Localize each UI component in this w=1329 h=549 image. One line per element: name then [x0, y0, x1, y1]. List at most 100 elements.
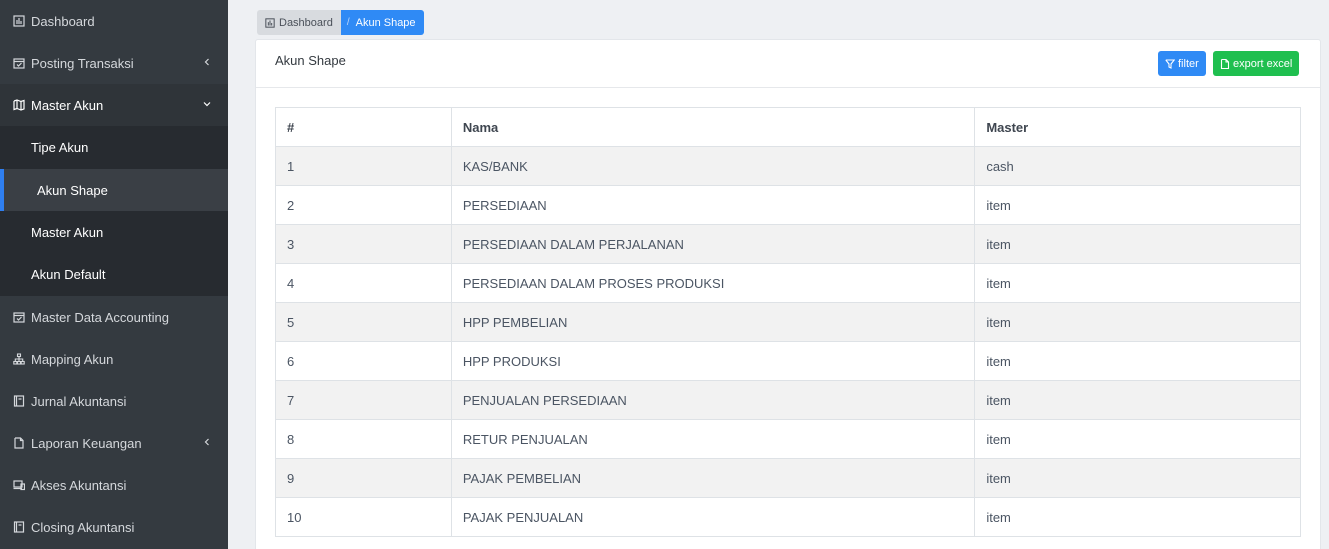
- sidebar-item-label: Dashboard: [31, 13, 95, 29]
- cell-number: 7: [275, 380, 452, 420]
- breadcrumb-label: Akun Shape: [355, 16, 416, 29]
- cell-number: 6: [275, 341, 452, 381]
- table-row: 6 HPP PRODUKSI item: [275, 341, 1301, 381]
- breadcrumb-label: Dashboard: [279, 16, 333, 29]
- chevron-down-icon: [202, 98, 212, 110]
- chevron-left-icon: [202, 56, 212, 68]
- calendar-check-icon: [12, 56, 26, 70]
- sidebar-item-closing-akuntansi[interactable]: Closing Akuntansi: [0, 506, 228, 548]
- sidebar-item-label: Mapping Akun: [31, 351, 114, 367]
- sidebar-item-dashboard[interactable]: Dashboard: [0, 0, 228, 42]
- cell-number: 4: [275, 263, 452, 303]
- column-header-master: Master: [974, 107, 1301, 147]
- table-header-row: # Nama Master: [275, 107, 1301, 147]
- chevron-left-icon: [202, 436, 212, 448]
- column-header-number: #: [275, 107, 452, 147]
- table-row: 9 PAJAK PEMBELIAN item: [275, 458, 1301, 498]
- table-row: 8 RETUR PENJUALAN item: [275, 419, 1301, 459]
- sidebar-item-posting-transaksi[interactable]: Posting Transaksi: [0, 42, 228, 84]
- cell-number: 1: [275, 146, 452, 186]
- table-row: 4 PERSEDIAAN DALAM PROSES PRODUKSI item: [275, 263, 1301, 303]
- table-row: 2 PERSEDIAAN item: [275, 185, 1301, 225]
- table-row: 7 PENJUALAN PERSEDIAAN item: [275, 380, 1301, 420]
- bar-chart-icon: [12, 14, 26, 28]
- sidebar-item-label: Closing Akuntansi: [31, 519, 135, 535]
- master-akun-submenu: Tipe Akun Akun Shape Master Akun Akun De…: [0, 126, 228, 296]
- cell-master: item: [974, 341, 1301, 381]
- table-row: 3 PERSEDIAAN DALAM PERJALANAN item: [275, 224, 1301, 264]
- table-row: 1 KAS/BANK cash: [275, 146, 1301, 186]
- filter-button[interactable]: filter: [1158, 51, 1206, 76]
- column-header-nama: Nama: [450, 107, 976, 147]
- map-icon: [12, 98, 26, 112]
- submenu-item-label: Master Akun: [31, 224, 104, 240]
- cell-number: 5: [275, 302, 452, 342]
- cell-nama: HPP PEMBELIAN: [450, 302, 976, 342]
- cell-master: item: [974, 497, 1301, 537]
- cell-nama: HPP PRODUKSI: [450, 341, 976, 381]
- table-row: 5 HPP PEMBELIAN item: [275, 302, 1301, 342]
- submenu-item-tipe-akun[interactable]: Tipe Akun: [0, 126, 228, 168]
- sidebar-item-label: Akses Akuntansi: [31, 477, 127, 493]
- cell-master: item: [974, 185, 1301, 225]
- cell-master: cash: [974, 146, 1301, 186]
- sidebar-item-label: Jurnal Akuntansi: [31, 393, 127, 409]
- cell-master: item: [974, 419, 1301, 459]
- sidebar-item-label: Master Akun: [31, 97, 104, 113]
- cell-nama: RETUR PENJUALAN: [450, 419, 976, 459]
- export-excel-button[interactable]: export excel: [1213, 51, 1300, 76]
- sidebar-item-master-akun[interactable]: Master Akun: [0, 84, 228, 126]
- cell-master: item: [974, 458, 1301, 498]
- devices-icon: [12, 478, 26, 492]
- breadcrumb-current: / Akun Shape: [340, 10, 424, 35]
- submenu-item-akun-default[interactable]: Akun Default: [0, 253, 228, 295]
- file-icon: [1220, 58, 1230, 69]
- sidebar-item-laporan-keuangan[interactable]: Laporan Keuangan: [0, 422, 228, 464]
- submenu-item-akun-shape[interactable]: Akun Shape: [0, 169, 228, 211]
- file-icon: [12, 436, 26, 450]
- card-header: Akun Shape filter export excel: [256, 40, 1320, 88]
- cell-nama: PAJAK PENJUALAN: [450, 497, 976, 537]
- book-icon: [12, 394, 26, 408]
- cell-nama: KAS/BANK: [450, 146, 976, 186]
- cell-number: 9: [275, 458, 452, 498]
- cell-master: item: [974, 263, 1301, 303]
- sidebar-item-jurnal-akuntansi[interactable]: Jurnal Akuntansi: [0, 380, 228, 422]
- sidebar-item-label: Posting Transaksi: [31, 55, 134, 71]
- cell-master: item: [974, 302, 1301, 342]
- breadcrumb-dashboard[interactable]: Dashboard: [257, 10, 341, 35]
- book-icon: [12, 520, 26, 534]
- akun-shape-card: Akun Shape filter export excel # Nama Ma…: [255, 39, 1321, 549]
- cell-number: 10: [275, 497, 452, 537]
- cell-number: 3: [275, 224, 452, 264]
- submenu-item-label: Akun Shape: [37, 182, 108, 198]
- cell-number: 8: [275, 419, 452, 459]
- sidebar-item-akses-akuntansi[interactable]: Akses Akuntansi: [0, 464, 228, 506]
- sidebar-item-label: Master Data Accounting: [31, 309, 170, 325]
- calendar-check-icon: [12, 310, 26, 324]
- cell-number: 2: [275, 185, 452, 225]
- cell-master: item: [974, 224, 1301, 264]
- cell-nama: PERSEDIAAN DALAM PERJALANAN: [450, 224, 976, 264]
- breadcrumb: Dashboard / Akun Shape: [257, 10, 424, 35]
- cell-nama: PAJAK PEMBELIAN: [450, 458, 976, 498]
- sidebar-item-master-data-accounting[interactable]: Master Data Accounting: [0, 296, 228, 338]
- filter-icon: [1165, 58, 1175, 69]
- export-excel-button-label: export excel: [1233, 57, 1293, 70]
- sitemap-icon: [12, 352, 26, 366]
- sidebar-item-mapping-akun[interactable]: Mapping Akun: [0, 338, 228, 380]
- breadcrumb-separator-icon: /: [346, 17, 350, 28]
- submenu-item-label: Tipe Akun: [31, 139, 89, 155]
- cell-master: item: [974, 380, 1301, 420]
- cell-nama: PENJUALAN PERSEDIAAN: [450, 380, 976, 420]
- table-row: 10 PAJAK PENJUALAN item: [275, 497, 1301, 537]
- cell-nama: PERSEDIAAN: [450, 185, 976, 225]
- sidebar-item-label: Laporan Keuangan: [31, 435, 142, 451]
- filter-button-label: filter: [1178, 57, 1199, 70]
- sidebar: Dashboard Posting Transaksi Master Akun …: [0, 0, 228, 549]
- card-title: Akun Shape: [275, 53, 346, 68]
- cell-nama: PERSEDIAAN DALAM PROSES PRODUKSI: [450, 263, 976, 303]
- akun-shape-table: # Nama Master 1 KAS/BANK cash 2 PERSEDIA…: [275, 107, 1301, 537]
- submenu-item-master-akun[interactable]: Master Akun: [0, 211, 228, 253]
- submenu-item-label: Akun Default: [31, 266, 106, 282]
